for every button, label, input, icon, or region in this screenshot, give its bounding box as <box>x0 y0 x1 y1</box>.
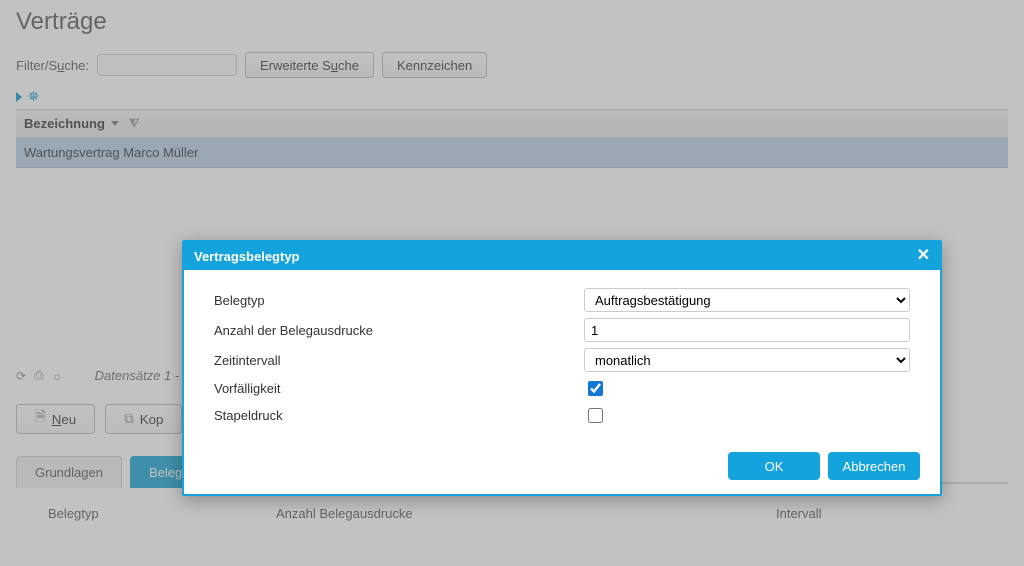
label-zeitintervall: Zeitintervall <box>214 353 584 368</box>
label-stapeldruck: Stapeldruck <box>214 408 584 423</box>
dialog-title-text: Vertragsbelegtyp <box>194 249 300 264</box>
cancel-button[interactable]: Abbrechen <box>828 452 920 480</box>
select-zeitintervall[interactable]: monatlich <box>584 348 910 372</box>
ok-button[interactable]: OK <box>728 452 820 480</box>
label-belegtyp: Belegtyp <box>214 293 584 308</box>
dialog-body: Belegtyp Auftragsbestätigung Anzahl der … <box>184 270 940 442</box>
checkbox-stapeldruck[interactable] <box>588 408 603 423</box>
dialog-vertragsbelegtyp: Vertragsbelegtyp ✕ Belegtyp Auftragsbest… <box>182 240 942 496</box>
input-anzahl[interactable] <box>584 318 910 342</box>
close-icon[interactable]: ✕ <box>917 248 930 264</box>
select-belegtyp[interactable]: Auftragsbestätigung <box>584 288 910 312</box>
dialog-titlebar: Vertragsbelegtyp ✕ <box>184 242 940 270</box>
checkbox-vorfaelligkeit[interactable] <box>588 381 603 396</box>
label-anzahl: Anzahl der Belegausdrucke <box>214 323 584 338</box>
dialog-footer: OK Abbrechen <box>184 442 940 494</box>
label-vorfaelligkeit: Vorfälligkeit <box>214 381 584 396</box>
